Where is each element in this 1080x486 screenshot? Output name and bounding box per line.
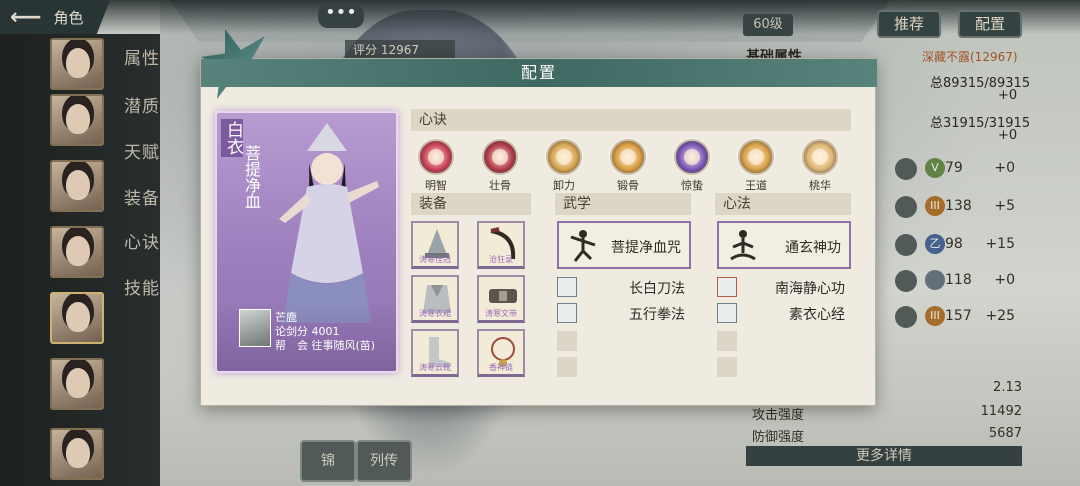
meditation-figure-icon xyxy=(730,230,756,261)
martial-arts-main-slot[interactable]: 菩提净血咒 xyxy=(557,221,691,269)
dialog-title: 配置 xyxy=(201,59,877,87)
xinjue-header: 心诀 xyxy=(411,109,851,131)
empty-mind-slot[interactable] xyxy=(717,357,737,377)
skill-icon xyxy=(717,277,737,297)
martial-figure-icon xyxy=(570,230,596,262)
equipment-slot[interactable]: 涛寒文带 xyxy=(477,275,525,323)
equipment-name: 涛寒云靴 xyxy=(419,363,451,372)
xinjue-gem-icon[interactable] xyxy=(418,139,454,175)
equipment-slot[interactable]: 涛寒云靴 xyxy=(411,329,459,377)
xinjue-gem-label: 桃华 xyxy=(809,179,831,192)
xinjue-gem-icon[interactable] xyxy=(546,139,582,175)
equipment-name: 涛寒佳冠 xyxy=(419,255,451,264)
equipment-slot[interactable]: 涛寒佳冠 xyxy=(411,221,459,269)
skill-icon xyxy=(557,303,577,323)
xinjue-gem-icon[interactable] xyxy=(610,139,646,175)
empty-martial-slot[interactable] xyxy=(557,331,577,351)
config-dialog: 配置 白衣 菩提净血 芒鹿 论剑分 4001 帮 会 往事随风(苗) 心诀 装备… xyxy=(200,29,877,406)
equipment-slot[interactable]: 沧狂录 xyxy=(477,221,525,269)
equipment-slot[interactable]: 涛寒衣裙 xyxy=(411,275,459,323)
xinjue-gem-label: 王道 xyxy=(745,179,767,192)
xinjue-gem-icon[interactable] xyxy=(802,139,838,175)
card-title: 菩提净血 xyxy=(242,145,261,209)
skill-icon xyxy=(557,277,577,297)
mind-art-slot[interactable]: 南海静心功 xyxy=(717,277,845,297)
mind-art-main-label: 通玄神功 xyxy=(785,240,841,256)
xinjue-gem-label: 明智 xyxy=(425,179,447,192)
equipment-name: 涛寒衣裙 xyxy=(419,309,451,318)
martial-arts-main-label: 菩提净血咒 xyxy=(611,240,681,256)
character-art-icon xyxy=(279,123,379,323)
xinjue-gem-icon[interactable] xyxy=(674,139,710,175)
mind-art-slot[interactable]: 素衣心经 xyxy=(717,303,845,323)
martial-arts-slot[interactable]: 五行拳法 xyxy=(557,303,685,323)
equipment-header: 装备 xyxy=(411,193,531,215)
equipment-slot[interactable]: 香神链 xyxy=(477,329,525,377)
owner-avatar xyxy=(239,309,271,347)
xinjue-gem-label: 壮骨 xyxy=(489,179,511,192)
mind-art-header: 心法 xyxy=(715,193,851,215)
equipment-name: 涛寒文带 xyxy=(485,309,517,318)
skill-icon xyxy=(717,303,737,323)
martial-arts-header: 武学 xyxy=(555,193,691,215)
empty-martial-slot[interactable] xyxy=(557,357,577,377)
xinjue-gem-icon[interactable] xyxy=(482,139,518,175)
owner-guild: 帮 会 往事随风(苗) xyxy=(275,339,376,352)
equipment-name: 沧狂录 xyxy=(489,255,513,264)
mind-art-main-slot[interactable]: 通玄神功 xyxy=(717,221,851,269)
xinjue-gem-icon[interactable] xyxy=(738,139,774,175)
character-card[interactable]: 白衣 菩提净血 芒鹿 论剑分 4001 帮 会 往事随风(苗) xyxy=(215,111,398,373)
card-name: 白衣 xyxy=(221,119,243,157)
xinjue-gem-label: 锻骨 xyxy=(617,179,639,192)
martial-arts-slot[interactable]: 长白刀法 xyxy=(557,277,685,297)
xinjue-gem-label: 惊蛰 xyxy=(681,179,703,192)
empty-mind-slot[interactable] xyxy=(717,331,737,351)
xinjue-gem-label: 卸力 xyxy=(553,179,575,192)
equipment-name: 香神链 xyxy=(489,363,513,372)
